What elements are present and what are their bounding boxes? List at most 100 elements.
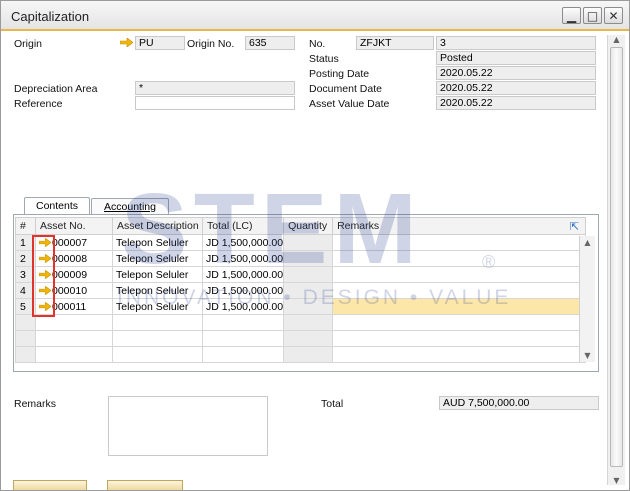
grid-scrollbar[interactable]: ▲ ▼ (579, 236, 595, 362)
maximize-button[interactable]: □ (583, 7, 602, 24)
asset-description-cell[interactable]: Telepon Seluler (112, 250, 203, 267)
quantity-cell[interactable] (283, 234, 334, 251)
asset-description-cell[interactable]: Telepon Seluler (112, 282, 203, 299)
grid-cell[interactable] (332, 346, 587, 363)
expand-icon[interactable]: ⇱ (570, 220, 579, 233)
col-header-total-lc[interactable]: Total (LC) (201, 217, 285, 235)
remarks-cell[interactable] (332, 266, 587, 283)
remarks-cell[interactable] (332, 282, 587, 299)
document-date-label: Document Date (309, 83, 382, 95)
grid-cell[interactable] (35, 330, 113, 347)
grid-cell[interactable] (201, 346, 285, 363)
col-header-remarks[interactable]: Remarks ⇱ (332, 217, 587, 235)
total-label: Total (321, 398, 344, 410)
grid-cell[interactable] (332, 330, 587, 347)
col-header-num[interactable]: # (15, 217, 36, 235)
grid-cell[interactable] (283, 346, 334, 363)
remarks-textarea[interactable] (108, 396, 268, 456)
table-row[interactable]: 5 000011 Telepon Seluler JD 1,500,000.00 (15, 298, 587, 315)
table-row-empty[interactable] (15, 330, 587, 347)
posting-date-label: Posting Date (309, 68, 370, 80)
asset-description-cell[interactable]: Telepon Seluler (112, 234, 203, 251)
total-cell[interactable]: JD 1,500,000.00 (201, 298, 285, 315)
depreciation-area-field[interactable]: * (135, 81, 295, 95)
table-row-empty[interactable] (15, 346, 587, 363)
no-label: No. (309, 38, 326, 50)
posting-date-field: 2020.05.22 (436, 66, 596, 80)
total-cell[interactable]: JD 1,500,000.00 (201, 250, 285, 267)
tab-contents[interactable]: Contents (24, 197, 90, 215)
asset-no-cell[interactable]: 000009 (35, 266, 113, 283)
remarks-cell[interactable] (332, 250, 587, 267)
origin-label: Origin (14, 38, 43, 50)
asset-link-arrow-icon[interactable] (39, 302, 51, 312)
tab-accounting[interactable]: Accounting (91, 198, 169, 215)
row-number: 2 (15, 250, 36, 267)
table-row-empty[interactable] (15, 314, 587, 331)
close-icon: ✕ (608, 8, 619, 23)
asset-value-date-field: 2020.05.22 (436, 96, 596, 110)
assets-grid: # Asset No. Asset Description Total (LC)… (15, 217, 587, 363)
asset-no-cell[interactable]: 000011 (35, 298, 113, 315)
asset-description-cell[interactable]: Telepon Seluler (112, 266, 203, 283)
asset-no-value: 000010 (52, 284, 88, 297)
table-row[interactable]: 4 000010 Telepon Seluler JD 1,500,000.00 (15, 282, 587, 299)
col-header-asset-description[interactable]: Asset Description (112, 217, 203, 235)
remarks-cell[interactable] (332, 298, 587, 315)
minimize-button[interactable]: ▁ (562, 7, 581, 24)
scroll-up-icon[interactable]: ▲ (608, 35, 625, 44)
origin-link-arrow-icon[interactable] (120, 38, 133, 47)
col-header-quantity[interactable]: Quantity (283, 217, 334, 235)
table-row[interactable]: 2 000008 Telepon Seluler JD 1,500,000.00 (15, 250, 587, 267)
quantity-cell[interactable] (283, 282, 334, 299)
table-row[interactable]: 1 000007 Telepon Seluler JD 1,500,000.00 (15, 234, 587, 251)
total-cell[interactable]: JD 1,500,000.00 (201, 282, 285, 299)
table-row[interactable]: 3 000009 Telepon Seluler JD 1,500,000.00 (15, 266, 587, 283)
grid-cell[interactable] (201, 314, 285, 331)
window-scrollbar[interactable]: ▲ ▼ (607, 35, 625, 485)
asset-no-cell[interactable]: 000007 (35, 234, 113, 251)
asset-no-cell[interactable]: 000008 (35, 250, 113, 267)
ok-button[interactable] (13, 480, 87, 490)
quantity-cell[interactable] (283, 298, 334, 315)
grid-cell[interactable] (332, 314, 587, 331)
quantity-cell[interactable] (283, 266, 334, 283)
asset-link-arrow-icon[interactable] (39, 254, 51, 264)
scroll-down-icon[interactable]: ▼ (580, 351, 595, 360)
no-series-field[interactable]: ZFJKT (356, 36, 434, 50)
remarks-cell[interactable] (332, 234, 587, 251)
grid-cell[interactable] (283, 330, 334, 347)
quantity-cell[interactable] (283, 250, 334, 267)
total-cell[interactable]: JD 1,500,000.00 (201, 266, 285, 283)
asset-description-cell[interactable]: Telepon Seluler (112, 298, 203, 315)
cancel-button[interactable] (107, 480, 183, 490)
asset-link-arrow-icon[interactable] (39, 238, 51, 248)
title-bar[interactable]: Capitalization ▁ □ ✕ (1, 1, 629, 31)
grid-cell[interactable] (112, 330, 203, 347)
scroll-down-icon[interactable]: ▼ (608, 476, 625, 485)
scroll-up-icon[interactable]: ▲ (580, 238, 595, 247)
total-cell[interactable]: JD 1,500,000.00 (201, 234, 285, 251)
asset-link-arrow-icon[interactable] (39, 270, 51, 280)
col-header-remarks-label: Remarks (337, 220, 380, 232)
grid-cell[interactable] (112, 346, 203, 363)
grid-cell[interactable] (35, 346, 113, 363)
close-button[interactable]: ✕ (604, 7, 623, 24)
col-header-asset-no[interactable]: Asset No. (35, 217, 113, 235)
asset-no-cell[interactable]: 000010 (35, 282, 113, 299)
grid-cell[interactable] (112, 314, 203, 331)
scrollbar-thumb[interactable] (610, 47, 623, 467)
grid-cell[interactable] (201, 330, 285, 347)
grid-cell[interactable] (283, 314, 334, 331)
total-field: AUD 7,500,000.00 (439, 396, 599, 410)
asset-link-arrow-icon[interactable] (39, 286, 51, 296)
origin-no-field: 635 (245, 36, 295, 50)
row-number (15, 346, 36, 363)
row-number (15, 330, 36, 347)
maximize-icon: □ (586, 8, 599, 23)
asset-no-value: 000011 (52, 300, 87, 313)
reference-input[interactable] (135, 96, 295, 110)
grid-cell[interactable] (35, 314, 113, 331)
depreciation-area-label: Depreciation Area (14, 83, 98, 95)
asset-no-value: 000008 (52, 252, 88, 265)
